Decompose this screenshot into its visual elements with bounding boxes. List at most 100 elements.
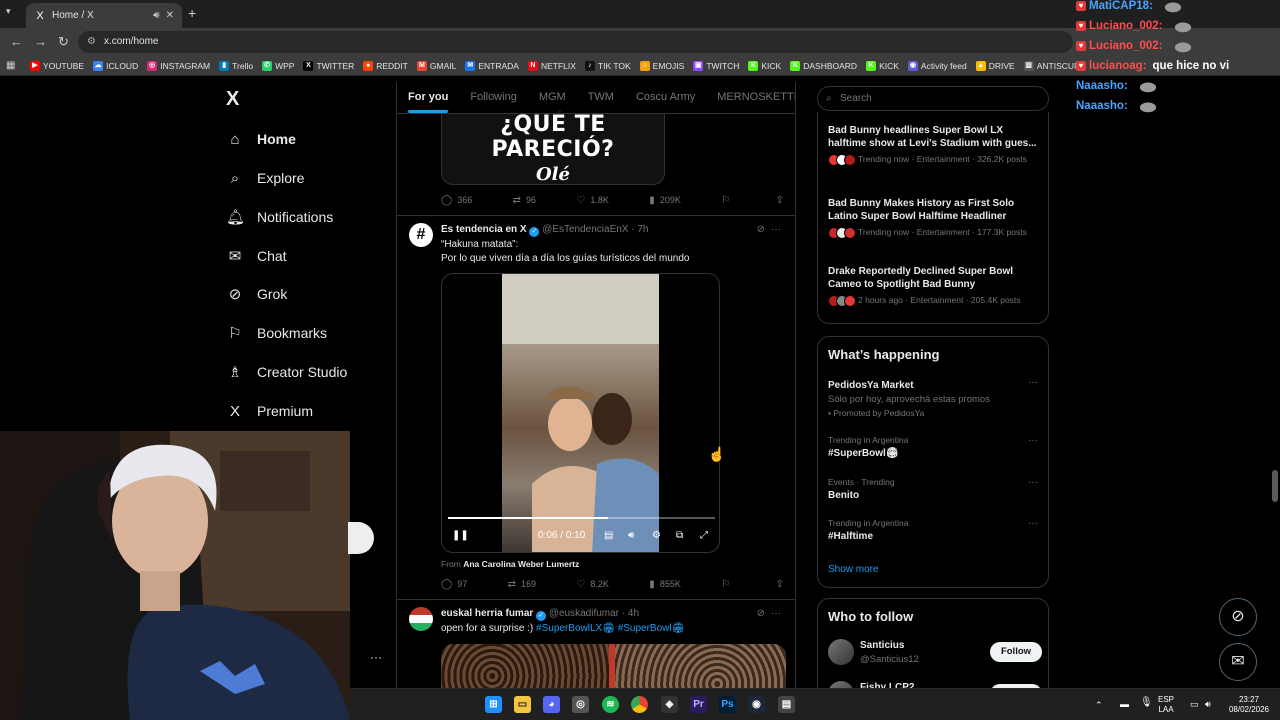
bookmark-item[interactable]: ✉ ENTRADA	[465, 60, 519, 71]
grok-icon[interactable]: ⊘	[757, 224, 765, 235]
avatar[interactable]	[828, 639, 854, 665]
more-options-icon[interactable]: ···	[1028, 477, 1038, 488]
bookmark-item[interactable]: K DASHBOARD	[790, 60, 857, 71]
video-progress-bar[interactable]	[448, 517, 715, 519]
author-name[interactable]: Es tendencia en X	[441, 224, 527, 235]
avatar[interactable]: #	[409, 223, 433, 247]
more-options-icon[interactable]: ···	[771, 608, 781, 619]
app-icon[interactable]: ▤	[778, 696, 795, 713]
tweet-time[interactable]: · 7h	[631, 224, 648, 235]
news-item[interactable]: Drake Reportedly Declined Super Bowl Cam…	[828, 265, 1042, 307]
like-button[interactable]: ♡ 1.8K	[576, 193, 608, 207]
app-icon[interactable]: ◈	[661, 696, 678, 713]
close-tab-icon[interactable]: ✕	[166, 10, 174, 21]
follow-suggestion[interactable]: Santicius @Santicius12 Follow	[828, 639, 1042, 669]
reply-button[interactable]: ◯ 97	[441, 577, 467, 591]
address-bar[interactable]: ⚙ x.com/home	[78, 31, 1073, 53]
share-button[interactable]: ⇪	[776, 193, 789, 207]
browser-tab-home[interactable]: X Home / X 🔊︎ ✕	[26, 3, 182, 28]
grok-icon[interactable]: ⊘	[757, 608, 765, 619]
messages-mail-icon[interactable]: ✉	[1219, 643, 1257, 681]
more-options-icon[interactable]: ···	[370, 650, 382, 664]
more-options-icon[interactable]: ···	[1028, 518, 1038, 529]
bookmark-item[interactable]: M GMAIL	[416, 60, 456, 71]
tweet-time[interactable]: · 4h	[622, 608, 639, 619]
more-options-icon[interactable]: ···	[1028, 377, 1038, 388]
bookmark-item[interactable]: N NETFLIX	[527, 60, 576, 71]
user-name[interactable]: Santicius	[860, 640, 904, 651]
nav-item-grok[interactable]: ⊘ Grok	[226, 281, 288, 307]
tab-for-you[interactable]: For you	[397, 82, 459, 113]
steam-icon[interactable]: ◉	[748, 696, 765, 713]
trend-item[interactable]: Events · Trending Benito ···	[828, 477, 1042, 501]
nav-item-bookmarks[interactable]: ⚐ Bookmarks	[226, 320, 327, 346]
file-explorer-icon[interactable]: ▭	[514, 696, 531, 713]
nav-item-creator-studio[interactable]: ♗ Creator Studio	[226, 359, 347, 385]
bookmark-item[interactable]: ♪ TIK TOK	[584, 60, 631, 71]
pause-icon[interactable]: ❚❚	[452, 530, 469, 541]
chrome-icon[interactable]	[631, 696, 648, 713]
apps-grid-icon[interactable]: ▦	[6, 60, 18, 71]
bookmark-item[interactable]: ◎ INSTAGRAM	[147, 60, 210, 71]
bookmark-item[interactable]: K KICK	[748, 60, 781, 71]
tab-mernosketti[interactable]: MERNOSKETTI	[706, 82, 795, 113]
bookmark-button[interactable]: ⚐	[721, 193, 735, 207]
trend-item[interactable]: Trending in Argentina #SuperBowl🏟 ···	[828, 435, 1042, 459]
new-tab-button[interactable]: +	[188, 5, 196, 21]
tab-mgm[interactable]: MGM	[528, 82, 577, 113]
premiere-icon[interactable]: Pr	[690, 696, 707, 713]
discord-icon[interactable]: ◕	[543, 696, 560, 713]
nav-item-premium[interactable]: X Premium	[226, 398, 313, 424]
settings-gear-icon[interactable]: ⚙	[652, 530, 661, 541]
flag-icon[interactable]: ▬	[1120, 699, 1129, 709]
bookmark-item[interactable]: ◉ Activity feed	[907, 60, 967, 71]
bookmark-item[interactable]: ▣ TWITCH	[693, 60, 739, 71]
fullscreen-icon[interactable]: ⤢	[700, 530, 708, 541]
network-icon[interactable]: ▭	[1190, 699, 1199, 709]
from-author-link[interactable]: Ana Carolina Weber Lumertz	[463, 559, 579, 569]
obs-icon[interactable]: ◎	[572, 696, 589, 713]
tweet-image-top[interactable]: ¿QUÉ TE PARECIÓ? Olé	[441, 112, 665, 185]
captions-icon[interactable]: ▤	[604, 530, 613, 541]
clock[interactable]: 23:27 08/02/2026	[1224, 695, 1274, 715]
page-scrollbar[interactable]	[1272, 470, 1278, 502]
hashtag-link[interactable]: #SuperBowlLX🏟	[536, 623, 615, 634]
site-info-icon[interactable]: ⚙	[87, 31, 96, 53]
video-player[interactable]: ❚❚ 0:06 / 0:10 ▤ 🔊︎ ⚙ ⧉ ⤢	[441, 273, 720, 553]
x-logo-icon[interactable]: X	[226, 88, 239, 111]
bookmark-item[interactable]: ☺ EMOJIS	[639, 60, 684, 71]
author-handle[interactable]: @euskadifumar	[549, 608, 619, 619]
views-button[interactable]: ▮ 855K	[649, 577, 681, 591]
hashtag-link[interactable]: #SuperBowl🏟	[618, 623, 685, 634]
views-button[interactable]: ▮ 209K	[649, 193, 681, 207]
repost-button[interactable]: ⇄ 169	[508, 577, 536, 591]
language-indicator[interactable]: ESP LAA	[1158, 695, 1174, 715]
bookmark-button[interactable]: ⚐	[721, 577, 735, 591]
like-button[interactable]: ♡ 8.2K	[576, 577, 608, 591]
volume-icon[interactable]: 🔊︎	[1205, 699, 1211, 709]
spotify-icon[interactable]: ≋	[602, 696, 619, 713]
search-input[interactable]: ⌕ Search	[817, 86, 1049, 111]
news-item[interactable]: Bad Bunny Makes History as First Solo La…	[828, 197, 1042, 239]
bookmark-item[interactable]: X TWITTER	[303, 60, 354, 71]
repost-button[interactable]: ⇄ 96	[513, 193, 536, 207]
bookmark-item[interactable]: K KICK	[866, 60, 899, 71]
more-options-icon[interactable]: ···	[771, 224, 781, 235]
nav-item-explore[interactable]: ⌕ Explore	[226, 165, 305, 191]
microphone-icon[interactable]: 🎙︎	[1140, 698, 1153, 708]
more-options-icon[interactable]: ···	[1028, 435, 1038, 446]
nav-item-notifications[interactable]: 🔔︎ Notifications	[226, 204, 333, 230]
tab-coscu-army[interactable]: Coscu Army	[625, 82, 706, 113]
tab-search-icon[interactable]: ▾	[6, 6, 20, 20]
windows-start-icon[interactable]: ⊞	[485, 696, 502, 713]
avatar[interactable]	[409, 607, 433, 631]
trend-item[interactable]: Trending in Argentina #Halftime ···	[828, 518, 1042, 542]
follow-button[interactable]: Follow	[990, 642, 1042, 662]
bookmark-item[interactable]: ▶ YOUTUBE	[30, 60, 84, 71]
tab-following[interactable]: Following	[459, 82, 527, 113]
volume-icon[interactable]: 🔊︎	[628, 530, 634, 541]
tray-overflow-icon[interactable]: ⌃	[1095, 700, 1103, 710]
bookmark-item[interactable]: ☁ ICLOUD	[93, 60, 138, 71]
grok-icon[interactable]: ⊘	[1219, 598, 1257, 636]
bookmark-item[interactable]: ● REDDIT	[363, 60, 408, 71]
